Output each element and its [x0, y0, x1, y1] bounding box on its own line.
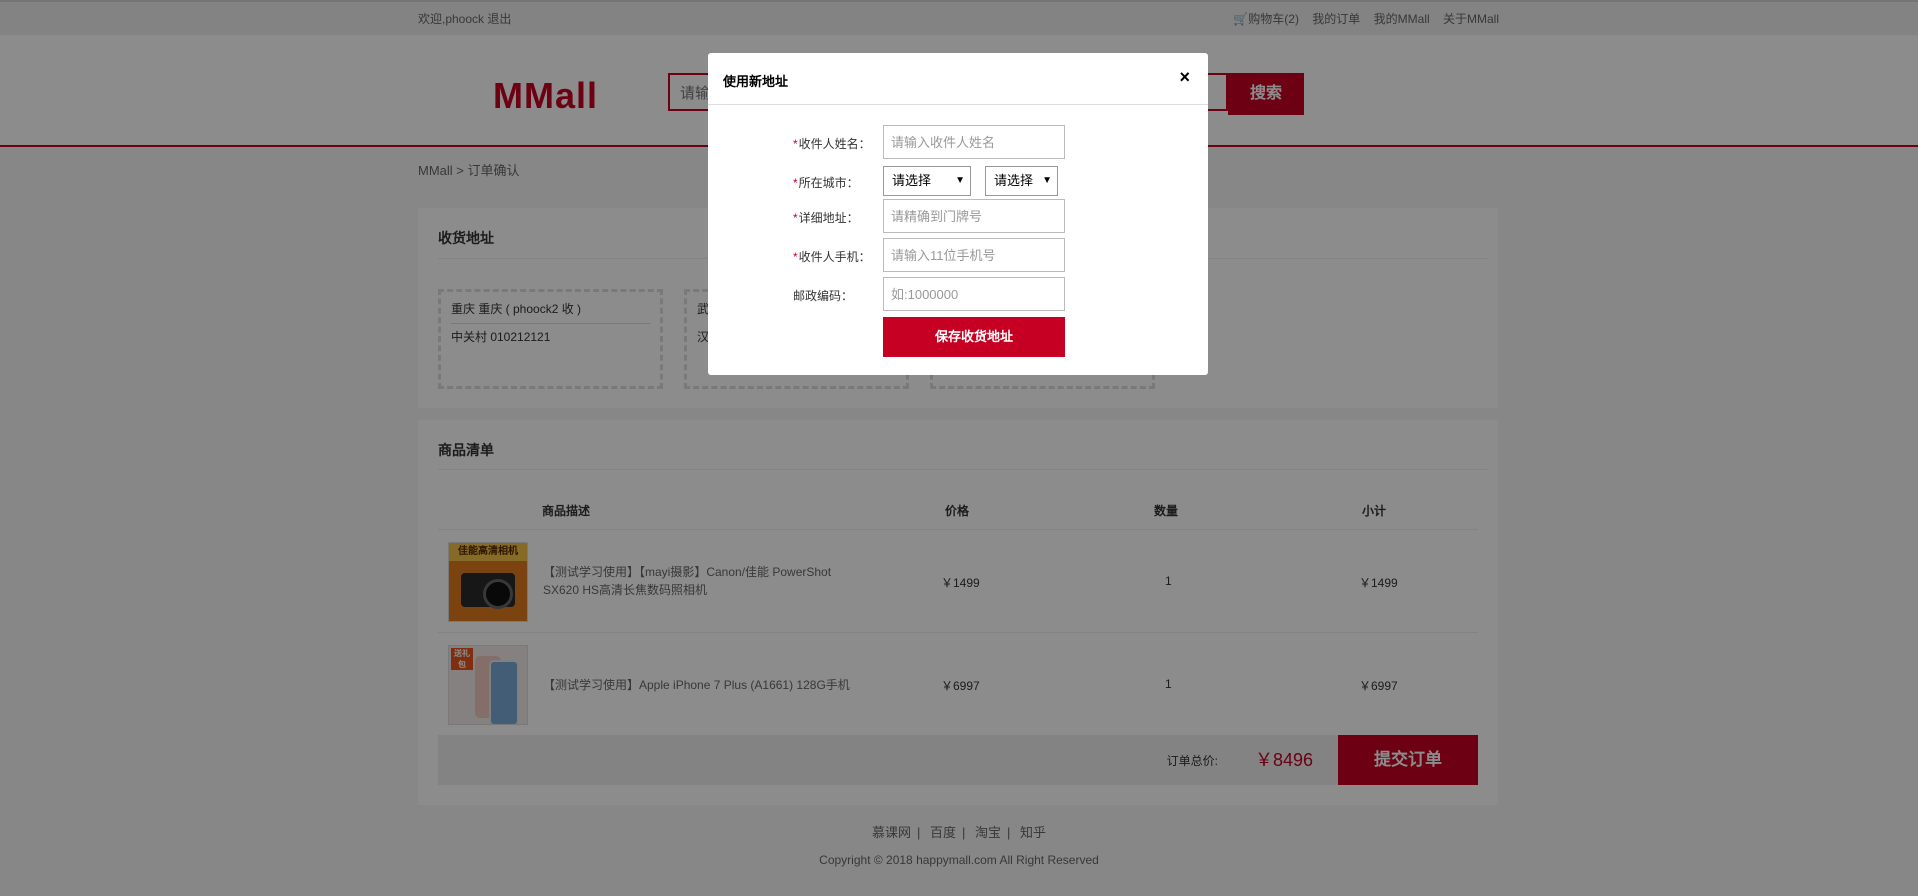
required-mark: *: [793, 250, 798, 264]
address-label: 详细地址：: [798, 211, 859, 225]
required-mark: *: [793, 211, 798, 225]
new-address-modal: 使用新地址 × *收件人姓名： *所在城市： 请选择▼ 请选择▼ *详细地址： …: [708, 53, 1208, 375]
detail-address-input[interactable]: [883, 199, 1065, 233]
modal-title: 使用新地址: [723, 74, 789, 89]
city-label: 所在城市：: [798, 176, 859, 190]
zip-code-input[interactable]: [883, 277, 1065, 311]
save-address-button[interactable]: 保存收货地址: [883, 317, 1065, 357]
address-row: *详细地址：: [708, 199, 1208, 233]
city-select[interactable]: 请选择 ▼: [985, 166, 1058, 196]
city-row: *所在城市： 请选择 ▼ 请选择 ▼: [708, 164, 1208, 198]
receiver-name-input[interactable]: [883, 125, 1065, 159]
dropdown-arrow-icon: ▼: [955, 175, 965, 186]
phone-label: 收件人手机：: [798, 250, 871, 264]
name-label: 收件人姓名：: [798, 137, 871, 151]
province-select[interactable]: 请选择 ▼: [883, 166, 971, 196]
required-mark: *: [793, 137, 798, 151]
close-icon[interactable]: ×: [1179, 67, 1190, 88]
zip-label: 邮政编码：: [793, 289, 854, 303]
dropdown-arrow-icon: ▼: [1042, 175, 1052, 186]
required-mark: *: [793, 176, 798, 190]
phone-row: *收件人手机：: [708, 238, 1208, 272]
receiver-phone-input[interactable]: [883, 238, 1065, 272]
name-row: *收件人姓名：: [708, 125, 1208, 159]
zip-row: 邮政编码：: [708, 277, 1208, 311]
modal-header: 使用新地址 ×: [708, 53, 1208, 105]
